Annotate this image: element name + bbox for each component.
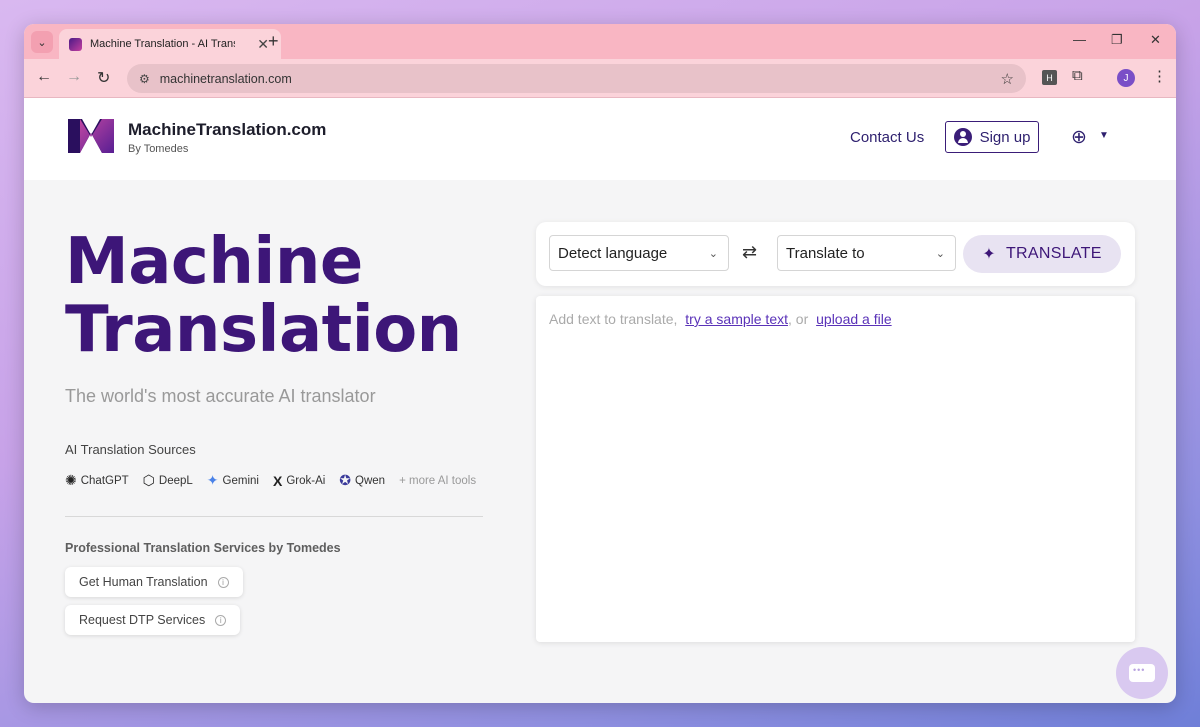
human-translation-label: Get Human Translation — [79, 575, 208, 589]
divider — [65, 516, 483, 517]
chat-icon — [1129, 664, 1155, 682]
gemini-icon: ✦ — [206, 472, 219, 488]
restore-icon[interactable]: ❐ — [1111, 32, 1123, 48]
source-qwen: ✪ Qwen — [339, 472, 385, 489]
source-gemini: ✦ Gemini — [207, 472, 259, 489]
sign-up-label: Sign up — [979, 128, 1031, 146]
brand-logo-icon[interactable] — [68, 119, 114, 153]
globe-icon[interactable]: ⊕ — [1071, 126, 1087, 149]
bookmark-star-icon[interactable]: ☆ — [1001, 70, 1014, 88]
or-text: , or — [788, 311, 809, 327]
swap-languages-icon[interactable]: ⇄ — [742, 242, 757, 263]
brand-subtitle: By Tomedes — [128, 143, 189, 155]
hero-title-line1: Machine — [65, 225, 363, 299]
chevron-down-icon: ⌄ — [935, 247, 945, 260]
source-label: Qwen — [355, 474, 386, 487]
dtp-services-label: Request DTP Services — [79, 613, 206, 627]
hero-title: Machine Translation — [65, 228, 462, 364]
info-icon[interactable]: i — [215, 614, 227, 626]
translate-label: TRANSLATE — [1005, 245, 1102, 262]
brand-name[interactable]: MachineTranslation.com — [128, 120, 326, 140]
browser-tab[interactable]: Machine Translation - AI Transla ✕ — [59, 29, 281, 59]
translate-button[interactable]: ✦ TRANSLATE — [963, 235, 1121, 273]
tab-strip: ⌄ Machine Translation - AI Transla ✕ + —… — [24, 24, 1176, 59]
url-text: machinetranslation.com — [159, 71, 292, 86]
address-bar[interactable]: ⚙ machinetranslation.com ☆ — [127, 64, 1026, 93]
grok-icon: X — [272, 472, 283, 489]
close-window-icon[interactable]: ✕ — [1150, 32, 1161, 48]
new-tab-icon[interactable]: + — [268, 31, 279, 52]
target-language-select[interactable]: Translate to ⌄ — [777, 235, 956, 271]
sparkle-icon: ✦ — [982, 246, 996, 263]
source-label: ChatGPT — [80, 474, 129, 487]
source-deepl: ⬡ DeepL — [143, 472, 193, 489]
placeholder-text: Add text to translate, — [549, 311, 678, 327]
chevron-down-icon: ⌄ — [708, 247, 718, 260]
hero-subtitle: The world's most accurate AI translator — [65, 386, 376, 406]
browser-toolbar: ← → ↻ ⚙ machinetranslation.com ☆ H ⧉ J ⋮ — [24, 59, 1176, 98]
source-text-input[interactable]: Add text to translate, try a sample text… — [536, 296, 1135, 642]
source-grok: X Grok-Ai — [273, 473, 325, 489]
pro-services-label: Professional Translation Services by Tom… — [65, 541, 341, 555]
back-icon[interactable]: ← — [36, 68, 52, 86]
info-icon[interactable]: i — [217, 576, 229, 588]
contact-us-link[interactable]: Contact Us — [850, 129, 924, 146]
reload-icon[interactable]: ↻ — [97, 68, 110, 88]
caret-down-icon[interactable]: ▼ — [1099, 130, 1109, 141]
site-info-icon[interactable]: ⚙ — [139, 72, 150, 86]
tab-title: Machine Translation - AI Transla — [90, 38, 235, 50]
minimize-icon[interactable]: — — [1073, 32, 1086, 47]
extension-h-icon[interactable]: H — [1042, 70, 1057, 85]
hero-title-line2: Translation — [65, 293, 462, 367]
try-sample-link[interactable]: try a sample text — [685, 311, 788, 327]
profile-avatar[interactable]: J — [1117, 69, 1135, 87]
browser-menu-icon[interactable]: ⋮ — [1152, 67, 1167, 85]
site-header: MachineTranslation.com By Tomedes Contac… — [24, 98, 1176, 180]
target-language-value: Translate to — [786, 244, 865, 262]
source-label: DeepL — [158, 474, 193, 487]
source-chatgpt: ✺ ChatGPT — [65, 472, 129, 489]
browser-window: ⌄ Machine Translation - AI Transla ✕ + —… — [24, 24, 1176, 703]
source-label: Grok-Ai — [286, 474, 326, 487]
user-icon — [953, 128, 972, 146]
chatgpt-icon: ✺ — [65, 472, 77, 488]
source-label: Gemini — [222, 474, 259, 487]
sources-label: AI Translation Sources — [65, 442, 196, 457]
extensions-puzzle-icon[interactable]: ⧉ — [1072, 67, 1083, 84]
deepl-icon: ⬡ — [142, 472, 155, 488]
qwen-icon: ✪ — [339, 472, 352, 488]
human-translation-button[interactable]: Get Human Translation i — [65, 567, 243, 597]
favicon-icon — [69, 37, 82, 51]
dtp-services-button[interactable]: Request DTP Services i — [65, 605, 241, 635]
source-language-select[interactable]: Detect language ⌄ — [549, 235, 729, 271]
sign-up-button[interactable]: Sign up — [945, 121, 1039, 153]
source-language-value: Detect language — [558, 244, 668, 262]
ai-sources-list: ✺ ChatGPT ⬡ DeepL ✦ Gemini X Grok-Ai ✪ Q… — [65, 472, 476, 489]
more-ai-tools[interactable]: + more AI tools — [399, 475, 476, 487]
main-content: Machine Translation The world's most acc… — [24, 180, 1176, 703]
forward-icon[interactable]: → — [66, 68, 82, 86]
chat-widget-button[interactable] — [1116, 647, 1168, 699]
translator-controls: Detect language ⌄ ⇄ Translate to ⌄ ✦ TRA… — [536, 222, 1135, 286]
upload-file-link[interactable]: upload a file — [816, 311, 892, 327]
tab-search-icon[interactable]: ⌄ — [31, 31, 53, 53]
